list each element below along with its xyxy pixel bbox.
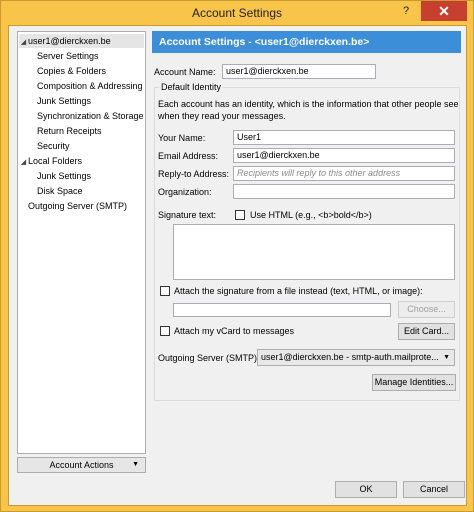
default-identity-group: Default Identity Each account has an ide…	[154, 81, 460, 401]
settings-panel: Account Settings - <user1@dierckxen.be> …	[152, 31, 461, 474]
tree-item-security[interactable]: Security	[37, 139, 70, 153]
outgoing-server-value: user1@dierckxen.be - smtp-auth.mailprote…	[261, 352, 439, 362]
tree-item-outgoing-server[interactable]: Outgoing Server (SMTP)	[28, 199, 127, 213]
collapse-arrow-icon[interactable]: ◢	[19, 36, 28, 50]
your-name-label: Your Name:	[158, 133, 206, 143]
tree-item-copies-folders[interactable]: Copies & Folders	[37, 64, 106, 78]
dialog-client-area: ◢ user1@dierckxen.be Server Settings Copi…	[8, 25, 467, 506]
outgoing-server-select[interactable]: user1@dierckxen.be - smtp-auth.mailprote…	[257, 349, 455, 366]
outgoing-server-label: Outgoing Server (SMTP):	[158, 353, 260, 363]
account-actions-button[interactable]: Account Actions ▼	[17, 457, 146, 473]
signature-textarea[interactable]	[173, 224, 455, 280]
tree-item-label: Local Folders	[28, 156, 83, 166]
attach-vcard-checkbox[interactable]	[160, 326, 170, 336]
signature-text-label: Signature text:	[158, 210, 217, 220]
reply-to-label: Reply-to Address:	[158, 169, 230, 179]
signature-file-input[interactable]	[173, 303, 391, 317]
identity-description-line1: Each account has an identity, which is t…	[158, 99, 459, 109]
attach-vcard-label: Attach my vCard to messages	[174, 326, 295, 336]
collapse-arrow-icon[interactable]: ◢	[19, 156, 28, 170]
account-settings-window: Account Settings ? ✕ ◢ user1@dierckxen.be…	[0, 0, 474, 512]
attach-signature-checkbox[interactable]	[160, 286, 170, 296]
close-window-button[interactable]: ✕	[421, 1, 467, 21]
choose-file-button[interactable]: Choose...	[398, 301, 455, 318]
tree-item-server-settings[interactable]: Server Settings	[37, 49, 99, 63]
tree-item-label: user1@dierckxen.be	[28, 36, 111, 46]
cancel-button[interactable]: Cancel	[403, 481, 465, 498]
organization-label: Organization:	[158, 187, 212, 197]
organization-input[interactable]	[233, 184, 455, 199]
tree-item-account[interactable]: ◢ user1@dierckxen.be	[19, 34, 144, 48]
your-name-input[interactable]: User1	[233, 130, 455, 145]
account-tree[interactable]: ◢ user1@dierckxen.be Server Settings Copi…	[17, 31, 146, 454]
tree-item-local-junk-settings[interactable]: Junk Settings	[37, 169, 91, 183]
reply-to-input[interactable]: Recipients will reply to this other addr…	[233, 166, 455, 181]
attach-signature-label: Attach the signature from a file instead…	[174, 286, 423, 296]
email-address-label: Email Address:	[158, 151, 219, 161]
edit-card-button[interactable]: Edit Card...	[398, 323, 455, 340]
tree-item-local-folders[interactable]: ◢ Local Folders	[19, 154, 82, 168]
email-address-input[interactable]: user1@dierckxen.be	[233, 148, 455, 163]
dropdown-arrow-icon: ▼	[443, 354, 450, 361]
identity-description-line2: when they read your messages.	[158, 111, 286, 121]
tree-item-disk-space[interactable]: Disk Space	[37, 184, 83, 198]
dropdown-arrow-icon: ▼	[132, 461, 139, 468]
use-html-label: Use HTML (e.g., <b>bold</b>)	[250, 210, 372, 220]
account-name-label: Account Name:	[154, 67, 216, 77]
manage-identities-button[interactable]: Manage Identities...	[372, 374, 456, 391]
title-bar[interactable]: Account Settings ? ✕	[1, 1, 473, 25]
ok-button[interactable]: OK	[335, 481, 397, 498]
account-actions-label: Account Actions	[49, 460, 114, 470]
default-identity-title: Default Identity	[159, 81, 224, 93]
help-button[interactable]: ?	[393, 1, 419, 21]
tree-item-composition-addressing[interactable]: Composition & Addressing	[37, 79, 143, 93]
tree-item-junk-settings[interactable]: Junk Settings	[37, 94, 91, 108]
use-html-checkbox[interactable]	[235, 210, 245, 220]
account-name-input[interactable]: user1@dierckxen.be	[222, 64, 376, 79]
panel-header: Account Settings - <user1@dierckxen.be>	[152, 31, 461, 53]
tree-item-synchronization-storage[interactable]: Synchronization & Storage	[37, 109, 144, 123]
tree-item-return-receipts[interactable]: Return Receipts	[37, 124, 102, 138]
